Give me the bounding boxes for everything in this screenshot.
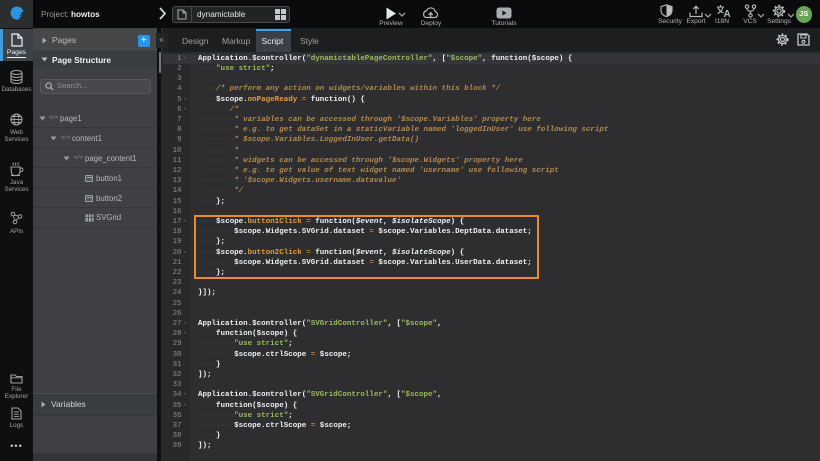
svg-text:A: A (724, 9, 731, 18)
